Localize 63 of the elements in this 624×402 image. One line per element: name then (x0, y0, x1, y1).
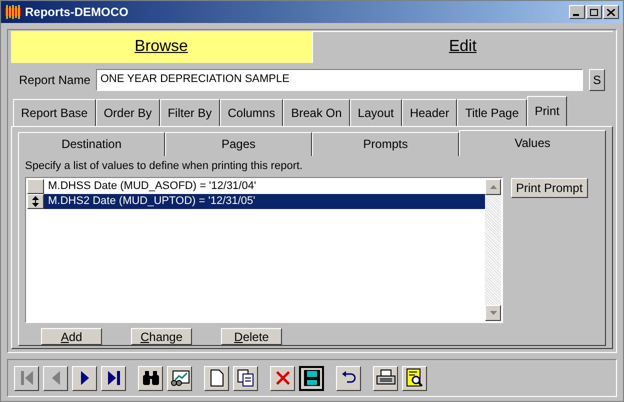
tab[interactable]: Order By (96, 98, 160, 126)
copy-tool-button[interactable] (233, 366, 258, 390)
app-logo-icon (5, 4, 21, 20)
window-title: Reports-DEMOCO (25, 4, 128, 21)
tab[interactable]: Filter By (160, 98, 220, 126)
maximize-icon (590, 8, 598, 16)
new-tool-button[interactable] (204, 366, 229, 390)
save-tool-button[interactable] (299, 366, 324, 390)
delete-x-icon (274, 370, 290, 386)
tab[interactable]: Title Page (457, 98, 527, 126)
down-arrow-icon (490, 311, 496, 315)
last-tool-button[interactable] (101, 366, 126, 390)
list-action-button[interactable]: Change (131, 328, 192, 345)
print-preview-icon (406, 368, 424, 388)
binoculars-icon (142, 370, 160, 386)
tab[interactable]: Layout (350, 98, 402, 126)
blank-page-icon (210, 369, 224, 387)
close-button[interactable] (603, 5, 619, 19)
last-record-icon (106, 370, 120, 386)
list-action-button[interactable]: Add (41, 328, 102, 345)
value-row[interactable]: M.DHSS Date (MUD_ASOFD) = '12/31/04' (27, 179, 485, 194)
report-tool-button[interactable] (167, 366, 192, 390)
print-prompt-button[interactable]: Print Prompt (511, 178, 588, 198)
find-tool-button[interactable] (138, 366, 163, 390)
tab[interactable]: Header (402, 98, 458, 126)
subtab[interactable]: Destination (18, 132, 165, 156)
next-tool-button[interactable] (72, 366, 97, 390)
report-name-label: Report Name (19, 72, 90, 88)
subtab[interactable]: Prompts (312, 132, 459, 156)
report-chart-icon (170, 370, 190, 386)
value-row[interactable]: M.DHS2 Date (MUD_UPTOD) = '12/31/05' (27, 194, 485, 209)
subtab[interactable]: Values (459, 130, 606, 156)
printer-icon (376, 369, 396, 387)
first-record-icon (20, 370, 34, 386)
minimize-button[interactable] (569, 5, 585, 19)
print-tool-button[interactable] (373, 366, 398, 390)
list-action-button[interactable]: Delete (221, 328, 282, 345)
delete-tool-button[interactable] (270, 366, 295, 390)
move-arrows-icon (32, 196, 39, 207)
up-arrow-icon (490, 185, 496, 189)
tab[interactable]: Columns (220, 98, 284, 126)
value-text: M.DHS2 Date (MUD_UPTOD) = '12/31/05' (47, 194, 256, 210)
undo-tool-button[interactable] (336, 366, 361, 390)
mode-tab[interactable]: Browse (11, 31, 312, 62)
vertical-scrollbar[interactable] (485, 179, 501, 321)
tab[interactable]: Print (526, 96, 568, 126)
s-button[interactable]: S (589, 68, 605, 90)
next-record-icon (80, 370, 90, 386)
instructions-text: Specify a list of values to define when printing this report. (25, 158, 304, 174)
tab[interactable]: Break On (283, 98, 350, 126)
tab[interactable]: Report Base (13, 98, 96, 126)
scroll-up-button[interactable] (485, 179, 501, 195)
maximize-button[interactable] (586, 5, 602, 19)
copy-icon (236, 369, 254, 387)
mode-tab[interactable]: Edit (312, 31, 613, 62)
scroll-down-button[interactable] (485, 305, 501, 321)
report-name-field[interactable]: ONE YEAR DEPRECIATION SAMPLE (96, 68, 583, 90)
value-text: M.DHSS Date (MUD_ASOFD) = '12/31/04' (47, 179, 256, 194)
previous-record-icon (50, 370, 60, 386)
undo-arrow-icon (340, 371, 356, 385)
close-icon (607, 8, 615, 16)
preview-tool-button[interactable] (402, 366, 427, 390)
subtab[interactable]: Pages (165, 132, 312, 156)
